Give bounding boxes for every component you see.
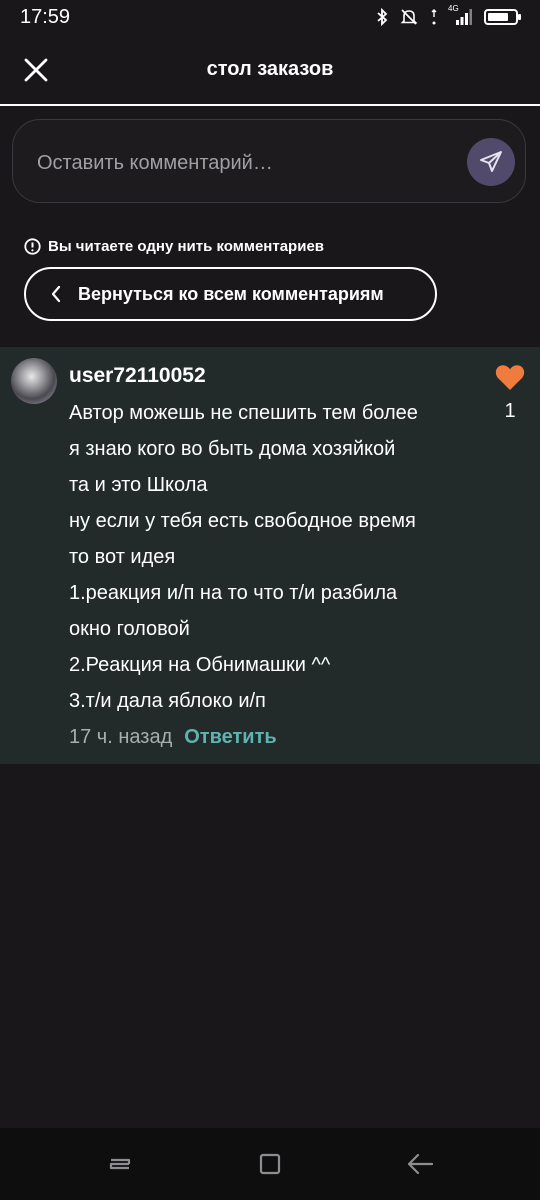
- comment-card: user72110052 Автор можешь не спешить тем…: [0, 347, 540, 764]
- home-button[interactable]: [254, 1148, 286, 1180]
- status-time: 17:59: [20, 6, 71, 28]
- header: стол заказов: [0, 34, 540, 104]
- comment-username[interactable]: user72110052: [69, 364, 206, 388]
- comment-line: 3.т/и дала яблоко и/п: [69, 690, 266, 712]
- like-count: 1: [504, 400, 516, 422]
- heart-icon: [495, 364, 525, 391]
- back-arrow-icon: [406, 1152, 434, 1176]
- status-bar: 17:59 4G: [0, 0, 540, 34]
- back-button-label: Вернуться ко всем комментариям: [78, 283, 384, 304]
- comment-line: Автор можешь не спешить тем более: [69, 402, 418, 424]
- signal-icon: 4G: [448, 4, 472, 26]
- comment-line: я знаю кого во быть дома хозяйкой: [69, 438, 396, 460]
- system-nav-bar: [0, 1128, 540, 1200]
- data-arrows-icon: [430, 8, 438, 26]
- comment-line: та и это Школа: [69, 474, 208, 496]
- comment-meta: 17 ч. назад Ответить: [69, 724, 277, 750]
- comment-body: Автор можешь не спешить тем более я знаю…: [69, 395, 479, 719]
- comment-line: окно головой: [69, 618, 190, 640]
- recents-icon: [107, 1153, 133, 1175]
- comment-input-box: [12, 119, 526, 203]
- back-nav-button[interactable]: [404, 1148, 436, 1180]
- send-icon: [478, 149, 504, 175]
- recents-button[interactable]: [104, 1148, 136, 1180]
- thread-notice-text: Вы читаете одну нить комментариев: [48, 237, 325, 255]
- info-icon: [24, 237, 41, 255]
- comment-line: то вот идея: [69, 546, 176, 568]
- status-icons: 4G: [364, 4, 522, 29]
- home-icon: [258, 1152, 282, 1176]
- back-to-all-comments-button[interactable]: Вернуться ко всем комментариям: [24, 267, 437, 321]
- header-divider: [0, 104, 540, 106]
- comment-input[interactable]: [35, 146, 439, 180]
- chevron-left-icon: [50, 285, 62, 303]
- comment-timestamp: 17 ч. назад: [69, 725, 173, 748]
- reply-button[interactable]: Ответить: [184, 726, 276, 749]
- page-title: стол заказов: [206, 58, 334, 80]
- comment-line: 2.Реакция на Обнимашки ^^: [69, 654, 331, 676]
- avatar[interactable]: [11, 358, 57, 404]
- bluetooth-icon: [376, 8, 388, 26]
- send-button[interactable]: [467, 138, 515, 186]
- comment-line: ну если у тебя есть свободное время: [69, 510, 416, 532]
- like-button[interactable]: [494, 363, 526, 391]
- comment-line: 1.реакция и/п на то что т/и разбила: [69, 582, 398, 604]
- battery-icon: [484, 8, 522, 26]
- mute-icon: [400, 8, 418, 26]
- thread-notice: Вы читаете одну нить комментариев: [24, 236, 324, 256]
